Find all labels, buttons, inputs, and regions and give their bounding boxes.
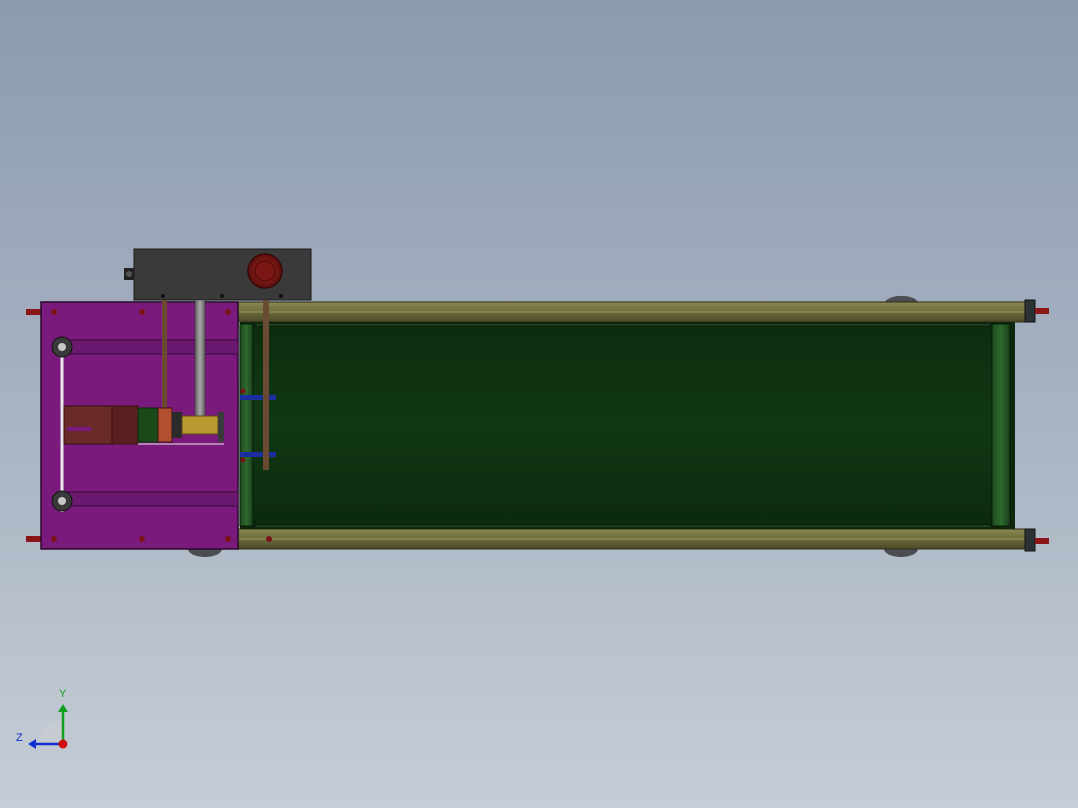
- tail-roller: [991, 323, 1011, 527]
- control-box[interactable]: [124, 248, 312, 301]
- caster-wheel: [885, 295, 918, 302]
- cad-viewport[interactable]: [0, 0, 1078, 808]
- z-axis-label: Z: [16, 732, 23, 744]
- caster-wheel: [188, 549, 222, 557]
- coordinate-triad: [28, 704, 68, 749]
- conveyor-belt[interactable]: [239, 322, 1015, 529]
- drive-roller: [239, 323, 254, 527]
- y-axis-label: Y: [59, 688, 67, 700]
- caster-wheel: [884, 549, 918, 557]
